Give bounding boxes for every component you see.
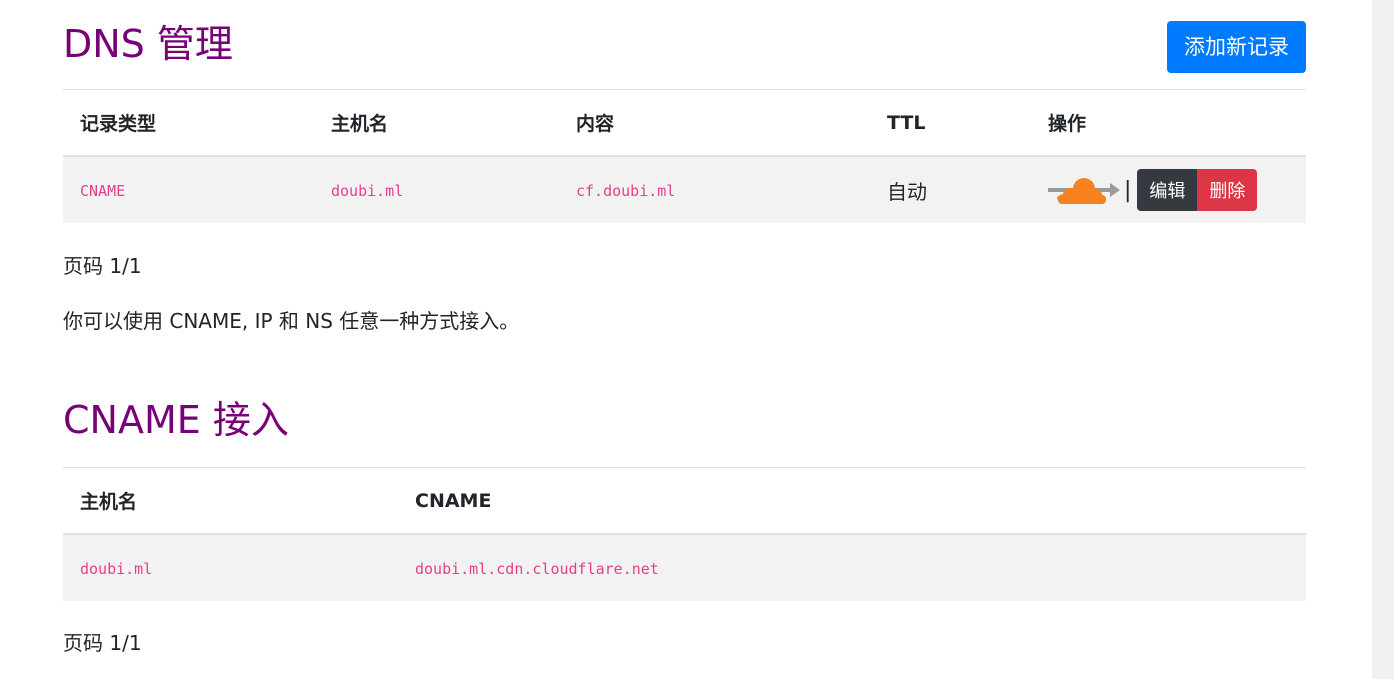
cname-host: doubi.ml	[80, 559, 153, 578]
access-note: 你可以使用 CNAME, IP 和 NS 任意一种方式接入。	[63, 309, 520, 333]
cname-title: CNAME 接入	[63, 398, 289, 442]
cell-type: CNAME	[63, 156, 314, 223]
col-header-host: 主机名	[314, 89, 559, 157]
cell-content: cf.doubi.ml	[559, 156, 870, 223]
add-record-button[interactable]: 添加新记录	[1167, 21, 1306, 73]
table-header-row: 主机名 CNAME	[63, 467, 1306, 535]
record-ttl: 自动	[887, 179, 927, 204]
table-row: CNAME doubi.ml cf.doubi.ml 自动 | 编辑 删除	[63, 156, 1306, 223]
action-separator: |	[1124, 177, 1132, 203]
cname-target: doubi.ml.cdn.cloudflare.net	[415, 559, 659, 578]
row-actions: | 编辑 删除	[1048, 169, 1289, 211]
delete-button[interactable]: 删除	[1197, 169, 1258, 211]
col-header-type: 记录类型	[63, 89, 314, 157]
cloudflare-proxied-cloud-icon[interactable]	[1048, 174, 1120, 206]
record-content: cf.doubi.ml	[576, 181, 676, 200]
cell-host: doubi.ml	[63, 534, 398, 601]
page: DNS 管理 添加新记录 记录类型 主机名 内容 TTL 操作 CNAME do…	[0, 0, 1394, 679]
vertical-scrollbar[interactable]	[1372, 0, 1394, 679]
dns-pagination: 页码 1/1	[63, 254, 142, 278]
cname-access-table: 主机名 CNAME doubi.ml doubi.ml.cdn.cloudfla…	[63, 467, 1306, 601]
dns-title: DNS 管理	[63, 22, 233, 66]
cname-pagination: 页码 1/1	[63, 631, 142, 655]
col-header-cname: CNAME	[398, 467, 1306, 535]
edit-delete-group: 编辑 删除	[1137, 169, 1258, 211]
table-row: doubi.ml doubi.ml.cdn.cloudflare.net	[63, 534, 1306, 601]
cell-cname: doubi.ml.cdn.cloudflare.net	[398, 534, 1306, 601]
edit-button[interactable]: 编辑	[1137, 169, 1198, 211]
record-host: doubi.ml	[331, 181, 404, 200]
cell-host: doubi.ml	[314, 156, 559, 223]
col-header-content: 内容	[559, 89, 870, 157]
dns-records-table: 记录类型 主机名 内容 TTL 操作 CNAME doubi.ml cf.dou…	[63, 89, 1306, 223]
cell-ttl: 自动	[870, 156, 1031, 223]
col-header-ttl: TTL	[870, 89, 1031, 157]
col-header-actions: 操作	[1031, 89, 1306, 157]
cell-actions: | 编辑 删除	[1031, 156, 1306, 223]
table-header-row: 记录类型 主机名 内容 TTL 操作	[63, 89, 1306, 157]
col-header-host: 主机名	[63, 467, 398, 535]
record-type: CNAME	[80, 181, 126, 200]
